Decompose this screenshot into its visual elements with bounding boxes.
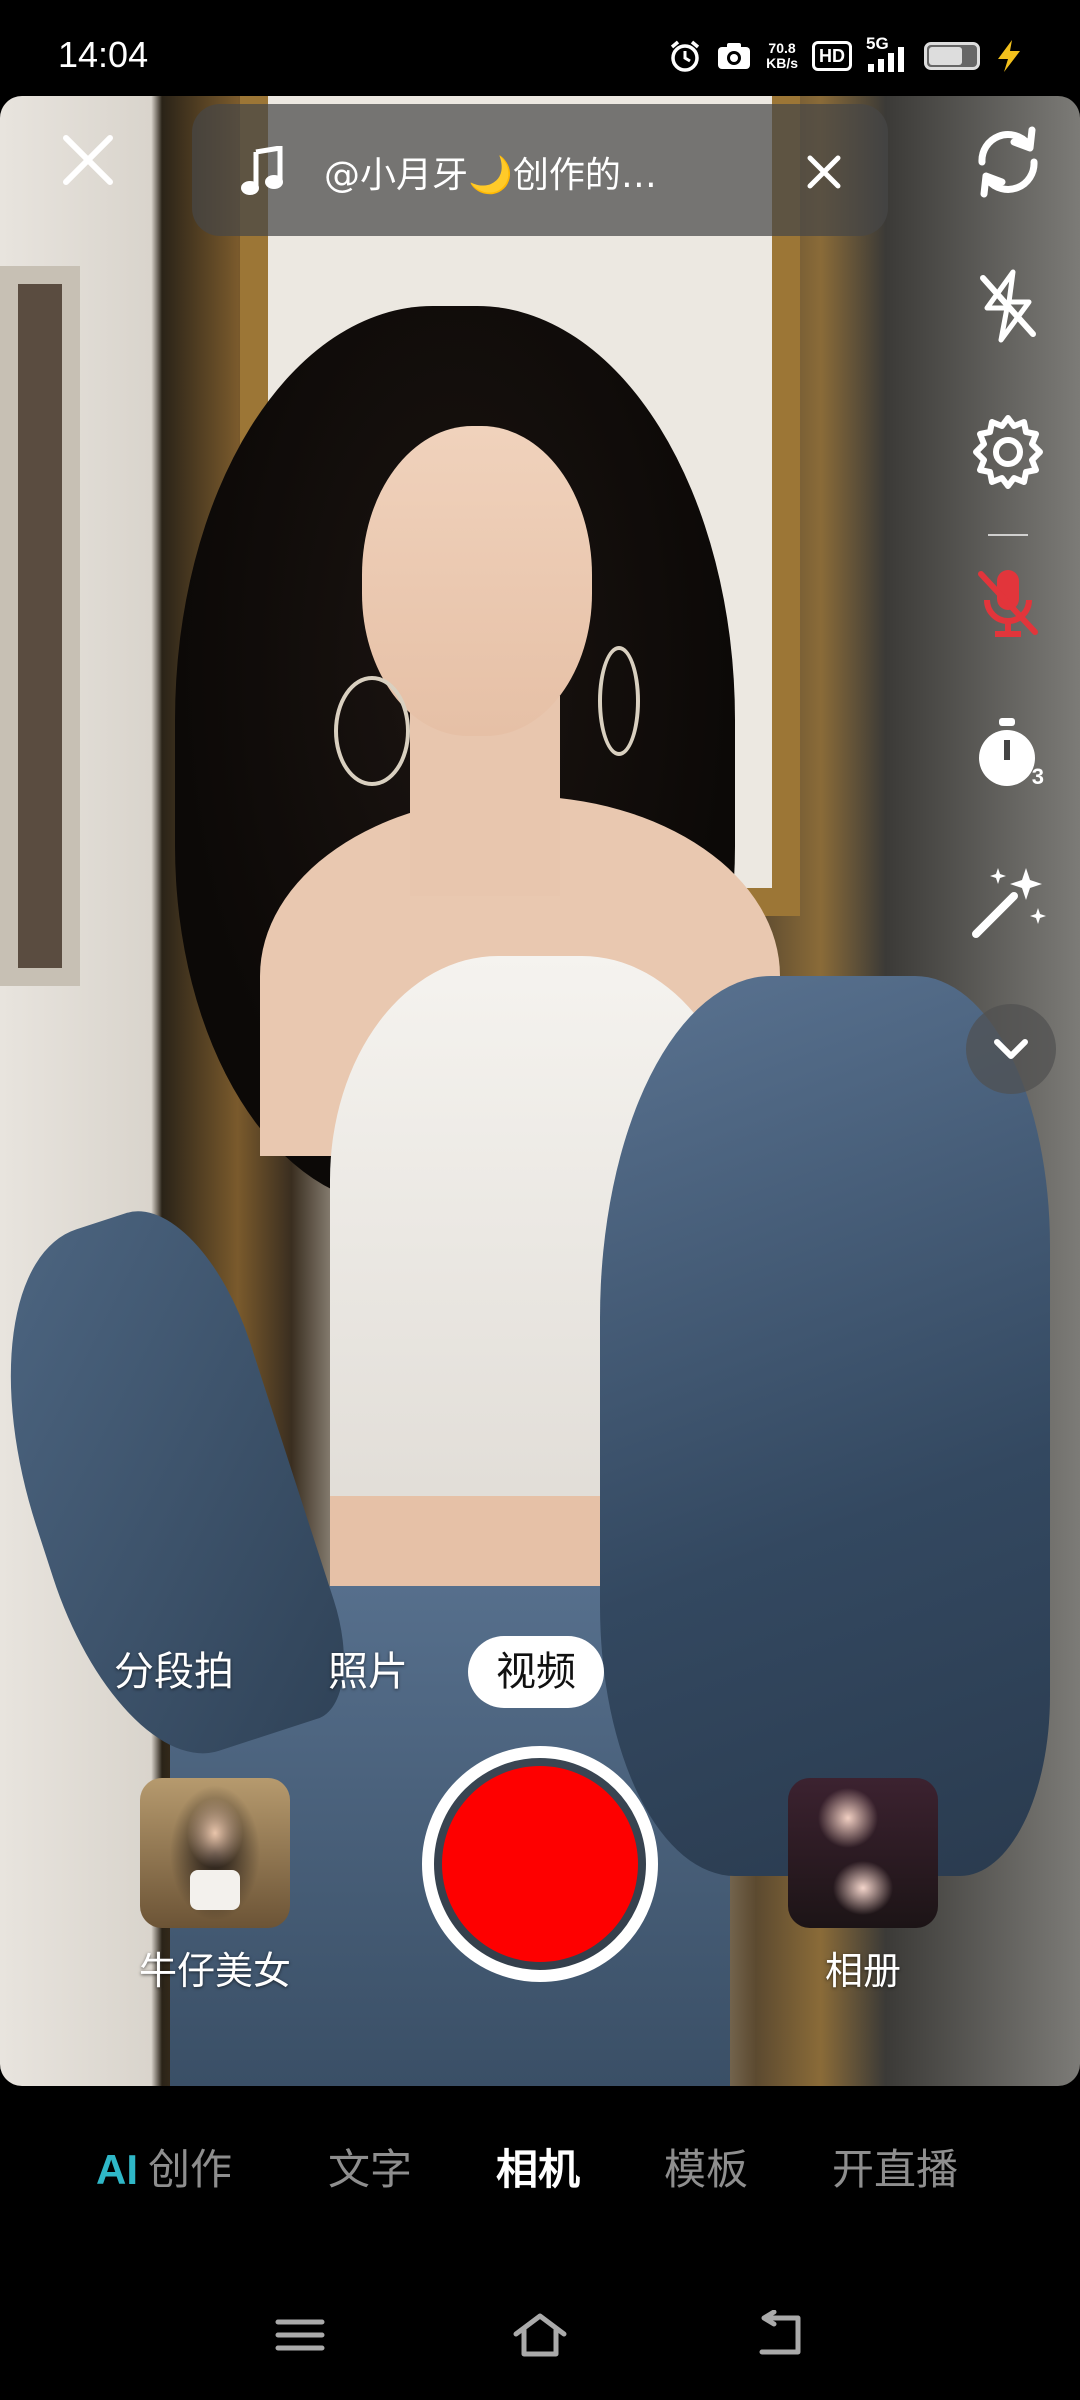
music-selector[interactable]: @小月牙🌙创作的… [192, 104, 888, 236]
status-bar: 14:04 70.8 KB/s HD 5G [0, 0, 1080, 96]
effect-thumbnail[interactable] [140, 1778, 290, 1928]
bottom-tab-bar: AI 创作 文字 相机 模板 开直播 [0, 2130, 1080, 2210]
tab-label: 创作 [148, 2145, 233, 2194]
music-note-icon [241, 146, 283, 195]
home-icon[interactable] [510, 2310, 570, 2360]
tab-live[interactable]: 开直播 [832, 2130, 958, 2210]
close-button[interactable] [58, 130, 118, 190]
net-speed-unit: KB/s [766, 55, 798, 71]
back-icon[interactable] [750, 2310, 810, 2360]
chevron-down-icon [994, 1039, 1028, 1059]
charging-icon [998, 40, 1020, 72]
beauty-button[interactable] [966, 860, 1050, 944]
camera-icon [718, 43, 751, 69]
net-speed-value: 70.8 [768, 40, 796, 56]
battery-icon [924, 42, 980, 70]
album-label[interactable]: 相册 [788, 1940, 938, 1995]
tab-text[interactable]: 文字 [328, 2130, 412, 2210]
timer-button[interactable]: 3 [966, 710, 1050, 794]
expand-tools-button[interactable] [966, 1004, 1056, 1094]
signal-icon: 5G [866, 34, 910, 74]
album-thumbnail[interactable] [788, 1778, 938, 1928]
mode-segment[interactable]: 分段拍 [114, 1636, 234, 1708]
hd-badge: HD [812, 41, 852, 71]
net-speed: 70.8 KB/s [766, 41, 798, 71]
record-button[interactable] [422, 1746, 658, 1982]
mode-photo[interactable]: 照片 [328, 1636, 408, 1708]
flash-off-icon [980, 269, 1036, 343]
timer-badge: 3 [1031, 764, 1044, 789]
background-frame [0, 266, 80, 986]
gear-icon [973, 415, 1043, 489]
tab-template[interactable]: 模板 [664, 2130, 748, 2210]
close-icon [63, 135, 113, 185]
jacket-right [600, 976, 1050, 1876]
mode-selector: 分段拍 照片 视频 [0, 1636, 1080, 1708]
mode-video[interactable]: 视频 [468, 1636, 604, 1708]
flip-camera-button[interactable] [966, 120, 1050, 204]
tab-camera[interactable]: 相机 [496, 2130, 580, 2210]
flash-button[interactable] [966, 264, 1050, 348]
toolbar-divider [988, 534, 1028, 536]
menu-icon[interactable] [270, 2310, 330, 2360]
status-time: 14:04 [58, 34, 149, 75]
microphone-button[interactable] [966, 560, 1050, 644]
system-nav-bar [0, 2290, 1080, 2380]
earring-left [334, 676, 410, 786]
mic-off-icon [978, 570, 1038, 637]
magic-wand-icon [972, 868, 1046, 938]
tab-ai-create[interactable]: AI 创作 [96, 2130, 232, 2210]
record-dot [442, 1766, 638, 1962]
earring-right [598, 646, 640, 756]
settings-button[interactable] [966, 410, 1050, 494]
effect-label[interactable]: 牛仔美女 [100, 1940, 330, 1995]
music-title: @小月牙🌙创作的… [324, 155, 657, 196]
alarm-icon [670, 40, 700, 72]
refresh-icon [978, 126, 1038, 198]
remove-music-button[interactable] [804, 152, 844, 192]
ai-prefix: AI [96, 2146, 138, 2193]
status-icons: 70.8 KB/s HD 5G [668, 34, 1024, 76]
